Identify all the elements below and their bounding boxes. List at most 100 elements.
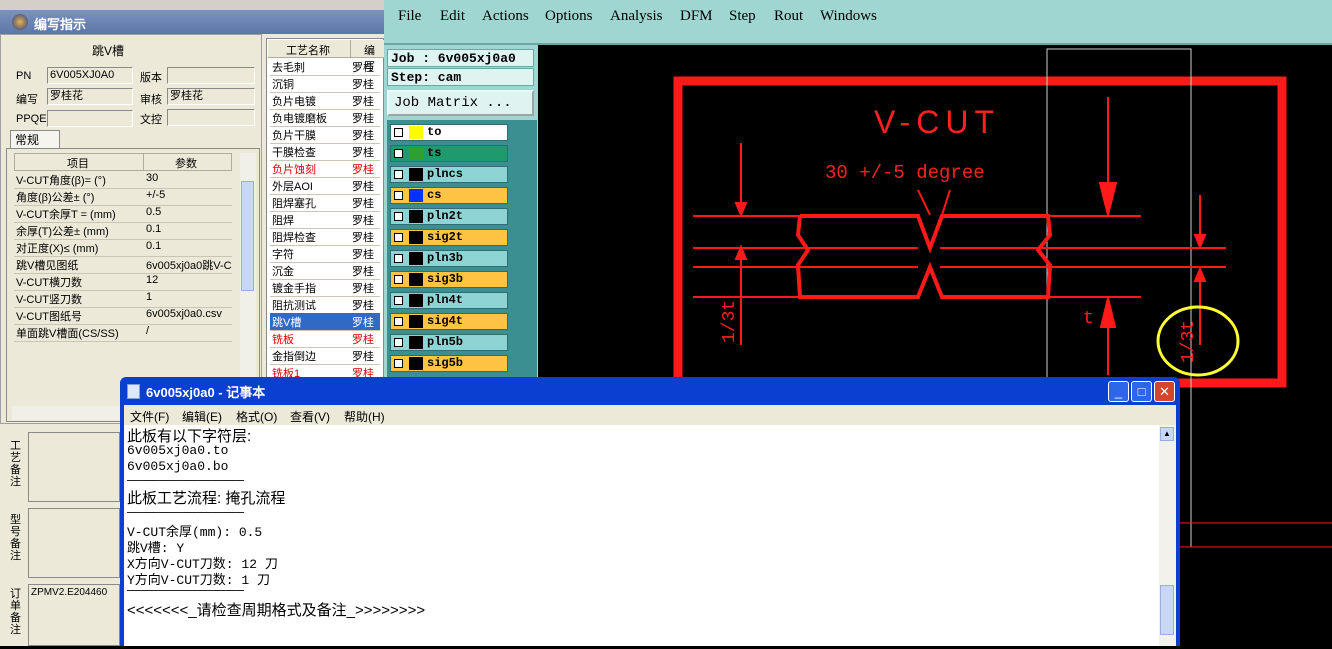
param-value[interactable]: / — [146, 325, 232, 337]
layer-checkbox[interactable] — [394, 212, 403, 221]
process-author: 罗桂 — [352, 147, 374, 159]
process-row[interactable]: 跳V槽 罗桂 — [270, 313, 380, 331]
process-row[interactable]: 铣板 罗桂 — [270, 330, 380, 348]
model-note-field[interactable] — [28, 508, 120, 578]
layer-row[interactable]: sig4t — [390, 313, 508, 330]
process-row[interactable]: 字符 罗桂 — [270, 245, 380, 263]
layer-row[interactable]: sig5b — [390, 355, 508, 372]
pn-field[interactable]: 6V005XJ0A0 — [47, 67, 133, 84]
process-row[interactable]: 负片干膜 罗桂 — [270, 126, 380, 144]
layer-row[interactable]: pln4t — [390, 292, 508, 309]
notepad-text-area[interactable]: 此板有以下字符层: 6v005xj0a0.to 6v005xj0a0.bo —————… — [124, 425, 1159, 646]
process-row[interactable]: 负电镀磨板 罗桂 — [270, 109, 380, 127]
close-button[interactable]: ✕ — [1154, 381, 1175, 402]
notepad-scrollbar[interactable]: ▲ — [1159, 425, 1176, 646]
layer-checkbox[interactable] — [394, 296, 403, 305]
ppqe-field[interactable] — [47, 110, 133, 127]
layer-row[interactable]: pln5b — [390, 334, 508, 351]
menu-edit[interactable]: Edit — [440, 8, 465, 25]
menu-actions[interactable]: Actions — [482, 8, 529, 25]
menu-windows[interactable]: Windows — [820, 8, 877, 25]
np-menu-file[interactable]: 文件(F) — [130, 408, 169, 425]
layer-checkbox[interactable] — [394, 191, 403, 200]
process-row[interactable]: 负片蚀刻 罗桂 — [270, 160, 380, 178]
param-value[interactable]: 6v005xj0a0跳V-C — [146, 257, 232, 273]
process-row[interactable]: 阻抗测试 罗桂 — [270, 296, 380, 314]
layer-checkbox[interactable] — [394, 317, 403, 326]
layer-checkbox[interactable] — [394, 128, 403, 137]
np-menu-edit[interactable]: 编辑(E) — [182, 408, 222, 425]
process-row[interactable]: 负片电镀 罗桂 — [270, 92, 380, 110]
param-value[interactable]: 0.1 — [146, 240, 232, 252]
layer-row[interactable]: plncs — [390, 166, 508, 183]
layer-row[interactable]: ts — [390, 145, 508, 162]
menu-analysis[interactable]: Analysis — [610, 8, 663, 25]
param-value[interactable]: 30 — [146, 172, 232, 184]
layer-row[interactable]: sig2t — [390, 229, 508, 246]
process-row[interactable]: 阻焊塞孔 罗桂 — [270, 194, 380, 212]
param-value[interactable]: 1 — [146, 291, 232, 303]
param-row[interactable]: V-CUT余厚T = (mm) 0.5 — [14, 205, 232, 223]
param-table-scrollbar[interactable] — [240, 153, 256, 407]
process-row[interactable]: 沉金 罗桂 — [270, 262, 380, 280]
scroll-thumb[interactable] — [1160, 585, 1174, 635]
layer-row[interactable]: sig3b — [390, 271, 508, 288]
param-row[interactable]: 单面跳V槽面(CS/SS) / — [14, 324, 232, 342]
process-row[interactable]: 阻焊 罗桂 — [270, 211, 380, 229]
layer-row[interactable]: pln2t — [390, 208, 508, 225]
param-row[interactable]: 对正度(X)≤ (mm) 0.1 — [14, 239, 232, 257]
layer-row[interactable]: cs — [390, 187, 508, 204]
layer-checkbox[interactable] — [394, 359, 403, 368]
menu-rout[interactable]: Rout — [774, 8, 803, 25]
maximize-button[interactable]: □ — [1131, 381, 1152, 402]
param-row[interactable]: V-CUT角度(β)= (°) 30 — [14, 171, 232, 189]
minimize-button[interactable]: _ — [1108, 381, 1129, 402]
process-row[interactable]: 干膜检查 罗桂 — [270, 143, 380, 161]
menu-dfm[interactable]: DFM — [680, 8, 713, 25]
layer-checkbox[interactable] — [394, 170, 403, 179]
process-row[interactable]: 金指倒边 罗桂 — [270, 347, 380, 365]
param-value[interactable]: 6v005xj0a0.csv — [146, 308, 232, 320]
process-note-field[interactable] — [28, 432, 120, 502]
layer-checkbox[interactable] — [394, 149, 403, 158]
tab-general[interactable]: 常规 — [10, 130, 60, 148]
layer-row[interactable]: to — [390, 124, 508, 141]
job-label: Job : 6v005xj0a0 — [387, 49, 534, 67]
process-row[interactable]: 沉铜 罗桂 — [270, 75, 380, 93]
param-value[interactable]: 0.1 — [146, 223, 232, 235]
param-row[interactable]: V-CUT图纸号 6v005xj0a0.csv — [14, 307, 232, 325]
layer-checkbox[interactable] — [394, 338, 403, 347]
param-row[interactable]: 跳V槽见图纸 6v005xj0a0跳V-C — [14, 256, 232, 274]
process-row[interactable]: 外层AOI 罗桂 — [270, 177, 380, 195]
layer-checkbox[interactable] — [394, 275, 403, 284]
reviewer-field[interactable]: 罗桂花 — [167, 88, 255, 105]
layer-checkbox[interactable] — [394, 254, 403, 263]
param-value[interactable]: 0.5 — [146, 206, 232, 218]
process-name: 阻抗测试 — [272, 300, 316, 312]
process-row[interactable]: 去毛刺 罗桂 — [270, 58, 380, 76]
process-row[interactable]: 阻焊检查 罗桂 — [270, 228, 380, 246]
version-field[interactable] — [167, 67, 255, 84]
param-row[interactable]: V-CUT竖刀数 1 — [14, 290, 232, 308]
order-note-field[interactable]: ZPMV2.E204460 — [28, 584, 120, 646]
angle-note: 30 +/-5 degree — [825, 162, 985, 184]
param-row[interactable]: 角度(β)公差± (°) +/-5 — [14, 188, 232, 206]
menu-step[interactable]: Step — [729, 8, 756, 25]
process-row[interactable]: 镀金手指 罗桂 — [270, 279, 380, 297]
layer-checkbox[interactable] — [394, 233, 403, 242]
param-value[interactable]: +/-5 — [146, 189, 232, 201]
layer-row[interactable]: pln3b — [390, 250, 508, 267]
menu-file[interactable]: File — [398, 8, 421, 25]
param-value[interactable]: 12 — [146, 274, 232, 286]
layer-name: pln5b — [427, 335, 464, 349]
scroll-up-icon[interactable]: ▲ — [1160, 427, 1174, 441]
menu-options[interactable]: Options — [545, 8, 593, 25]
author-field[interactable]: 罗桂花 — [47, 88, 133, 105]
np-menu-format[interactable]: 格式(O) — [236, 408, 277, 425]
job-matrix-button[interactable]: Job Matrix ... — [387, 90, 534, 116]
np-menu-view[interactable]: 查看(V) — [290, 408, 330, 425]
param-row[interactable]: 余厚(T)公差± (mm) 0.1 — [14, 222, 232, 240]
np-menu-help[interactable]: 帮助(H) — [344, 408, 385, 425]
param-row[interactable]: V-CUT横刀数 12 — [14, 273, 232, 291]
wencon-field[interactable] — [167, 109, 255, 126]
